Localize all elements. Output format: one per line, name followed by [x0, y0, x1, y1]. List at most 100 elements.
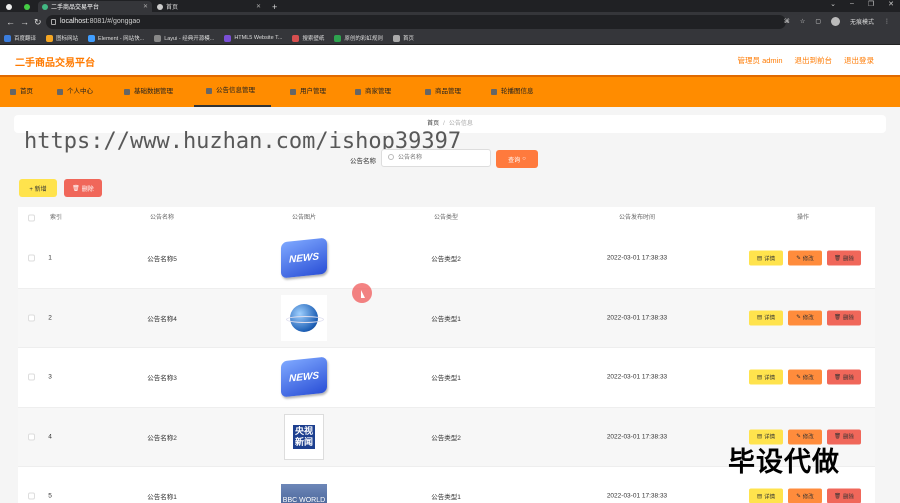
address-bar-row: ← → ↻ localhost:8081/#/gonggao ⌘ ☆ ▢ 无痕模… — [0, 12, 900, 32]
notice-image[interactable]: NEWS — [281, 235, 327, 281]
header-links: 管理员 admin 退出到前台 退出登录 — [737, 55, 874, 66]
bookmark-item[interactable]: Element - 网站快... — [88, 34, 144, 42]
detail-button[interactable]: ▤ 详情 — [749, 250, 783, 266]
row-checkbox[interactable] — [28, 492, 35, 500]
window-controls: ⌄ – ❐ ✕ — [830, 0, 894, 8]
row-checkbox[interactable] — [28, 254, 35, 262]
column-header-image: 公告图片 — [291, 215, 317, 221]
back-icon[interactable]: ← — [6, 17, 15, 27]
bookmark-item[interactable]: 图标网站 — [46, 34, 78, 42]
delete-button[interactable]: 🗑 删除 — [827, 369, 861, 385]
bookmark-icon — [334, 34, 342, 42]
edit-button[interactable]: ✎ 修改 — [788, 310, 822, 326]
detail-button[interactable]: ▤ 详情 — [749, 369, 783, 385]
breadcrumb-home[interactable]: 首页 — [427, 121, 439, 127]
notice-image[interactable] — [281, 294, 327, 341]
minimize-icon[interactable]: – — [850, 0, 854, 8]
table-row: 1 公告名称5 NEWS 公告类型2 2022-03-01 17:38:33 ▤… — [18, 229, 875, 289]
globe-favicon-icon — [157, 3, 163, 10]
bookmark-item[interactable]: HTML5 Website T... — [224, 34, 282, 42]
detail-button[interactable]: ▤ 详情 — [749, 310, 783, 326]
row-actions: ▤ 详情 ✎ 修改 🗑 删除 — [749, 310, 861, 326]
incognito-avatar-icon[interactable] — [830, 17, 840, 26]
bookmark-item[interactable]: 百度翻译 — [4, 34, 36, 42]
extensions-icon[interactable]: ▢ — [815, 18, 821, 25]
query-button[interactable]: 查询 ○ — [496, 150, 538, 168]
nav-item-users[interactable]: 用户管理 — [290, 77, 326, 107]
row-checkbox[interactable] — [28, 314, 35, 322]
bookmark-item[interactable]: Layui - 经典开源模... — [154, 34, 214, 42]
browser-tab-home[interactable]: 首页 ✕ — [153, 1, 265, 12]
notice-image[interactable]: 央视新闻 — [281, 413, 327, 460]
browser-tab-1[interactable] — [2, 1, 18, 12]
notice-icon — [206, 88, 212, 94]
admin-link[interactable]: 管理员 admin — [737, 55, 782, 66]
breadcrumb-separator: / — [443, 121, 445, 127]
nav-item-carousel[interactable]: 轮播图信息 — [491, 77, 534, 107]
globe-image-icon — [281, 294, 327, 341]
bookmark-item[interactable]: 原创的彩虹规则 — [334, 34, 383, 42]
chevron-down-icon[interactable]: ⌄ — [830, 0, 836, 8]
search-icon: ○ — [522, 156, 526, 162]
bookmark-icon — [88, 34, 96, 42]
edit-button[interactable]: ✎ 修改 — [788, 369, 822, 385]
cell-type: 公告类型1 — [431, 315, 461, 323]
translate-icon[interactable]: ⌘ — [784, 18, 790, 25]
bookmark-icon — [4, 34, 11, 42]
edit-icon: ✎ — [796, 493, 801, 500]
edit-button[interactable]: ✎ 修改 — [788, 250, 822, 266]
cell-name: 公告名称2 — [147, 434, 177, 442]
search-input[interactable] — [381, 149, 491, 167]
forward-icon[interactable]: → — [20, 17, 29, 27]
nav-item-home[interactable]: 首页 — [10, 77, 33, 107]
select-all-checkbox[interactable] — [28, 214, 35, 222]
cell-time: 2022-03-01 17:38:33 — [606, 373, 668, 381]
row-actions: ▤ 详情 ✎ 修改 🗑 删除 — [749, 369, 861, 385]
menu-icon[interactable]: ⋮ — [884, 18, 890, 25]
nav-item-merchants[interactable]: 商家管理 — [355, 77, 391, 107]
notice-image[interactable]: NEWS — [281, 354, 327, 400]
reload-icon[interactable]: ↻ — [34, 17, 42, 28]
bookmark-icon — [224, 34, 232, 42]
profile-label[interactable]: 无痕模式 — [850, 17, 874, 26]
cell-type: 公告类型2 — [431, 256, 461, 264]
back-to-frontend-link[interactable]: 退出到前台 — [795, 55, 833, 66]
shop-icon — [355, 89, 361, 95]
url-field[interactable]: localhost:8081/#/gonggao — [46, 15, 786, 29]
batch-delete-button[interactable]: 🗑 删除 — [64, 179, 102, 197]
new-tab-button[interactable]: + — [268, 1, 280, 12]
news-image-icon: NEWS — [281, 356, 327, 398]
nav-item-profile[interactable]: 个人中心 — [57, 77, 93, 107]
column-header-type: 公告类型 — [433, 215, 459, 221]
close-window-icon[interactable]: ✕ — [888, 0, 894, 8]
delete-button[interactable]: 🗑 删除 — [827, 488, 861, 503]
edit-icon: ✎ — [796, 314, 801, 321]
column-header-name: 公告名称 — [149, 215, 175, 221]
bookmark-item[interactable]: 首页 — [392, 34, 414, 42]
browser-tab-2[interactable] — [20, 1, 36, 12]
breadcrumb-current: 公告信息 — [448, 121, 473, 127]
detail-button[interactable]: ▤ 详情 — [749, 488, 783, 503]
edit-button[interactable]: ✎ 修改 — [788, 488, 822, 503]
edit-icon: ✎ — [796, 255, 801, 262]
add-button[interactable]: + 新增 — [19, 179, 57, 197]
cell-name: 公告名称3 — [147, 375, 177, 383]
browser-tab-active[interactable]: 二手商品交易平台 ✕ — [38, 1, 152, 12]
nav-item-basic-data[interactable]: 基础数据管理 — [124, 77, 173, 107]
row-checkbox[interactable] — [28, 433, 35, 441]
bookmark-item[interactable]: 搜索壁纸 — [292, 34, 324, 42]
logout-link[interactable]: 退出登录 — [844, 55, 874, 66]
star-icon[interactable]: ☆ — [800, 18, 805, 25]
close-tab-icon[interactable]: ✕ — [256, 3, 261, 10]
nav-item-notice[interactable]: 公告信息管理 — [194, 77, 271, 107]
maximize-icon[interactable]: ❐ — [868, 0, 874, 8]
delete-button[interactable]: 🗑 删除 — [827, 310, 861, 326]
cell-name: 公告名称5 — [147, 256, 177, 264]
home-icon — [10, 89, 16, 95]
delete-button[interactable]: 🗑 删除 — [827, 250, 861, 266]
close-tab-icon[interactable]: ✕ — [143, 3, 148, 10]
notice-image[interactable]: BBC WORLD — [281, 473, 327, 503]
row-checkbox[interactable] — [28, 373, 35, 381]
nav-item-goods[interactable]: 商品管理 — [425, 77, 461, 107]
app-header: 二手商品交易平台 管理员 admin 退出到前台 退出登录 — [0, 45, 900, 75]
